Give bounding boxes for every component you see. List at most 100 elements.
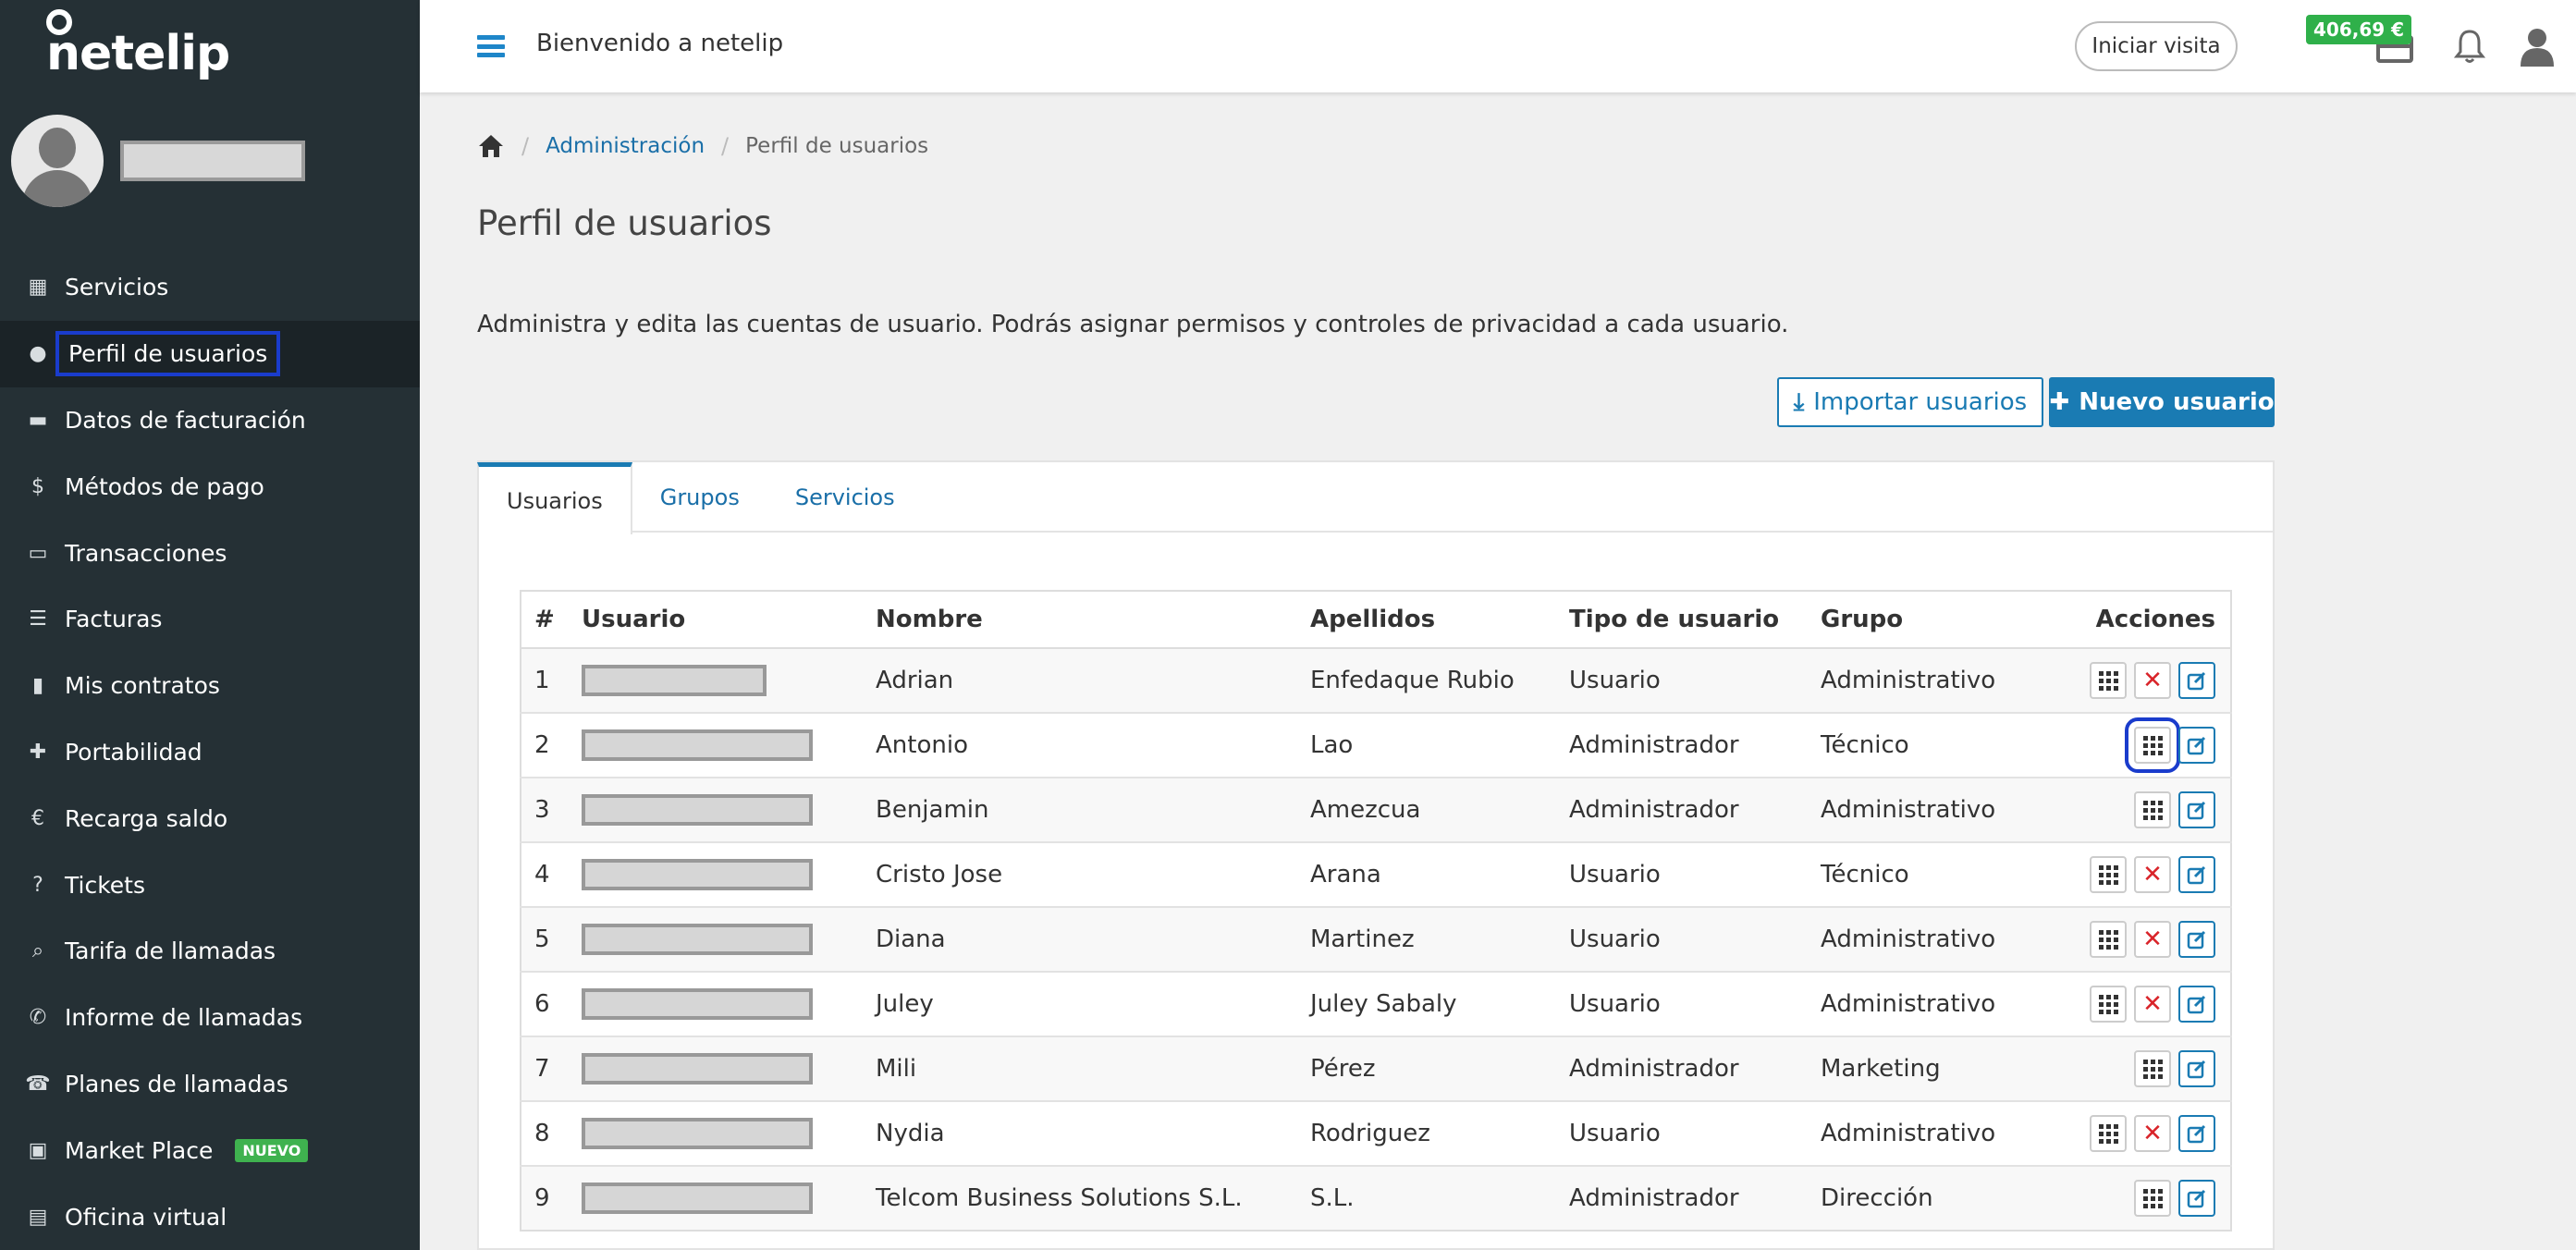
- sidebar-item-perfil-de-usuarios[interactable]: ● Perfil de usuarios: [0, 320, 420, 387]
- delete-user-button[interactable]: ✕: [2134, 856, 2171, 893]
- edit-user-button[interactable]: [2178, 1180, 2215, 1217]
- list-icon: ☰: [29, 607, 47, 631]
- row-tipo-usuario: Administrador: [1554, 1036, 1806, 1101]
- sidebar-item-mis-contratos[interactable]: ▮ Mis contratos: [0, 653, 420, 719]
- permissions-grid-button[interactable]: [2090, 662, 2127, 699]
- sidebar-item-oficina-virtual[interactable]: ▤ Oficina virtual: [0, 1183, 420, 1250]
- table-row: 2 Antonio Lao Administrador Técnico: [521, 712, 2231, 778]
- file-icon: ▮: [31, 674, 44, 698]
- credit-card-icon: ▭: [28, 541, 48, 565]
- edit-user-button[interactable]: [2178, 921, 2215, 958]
- edit-user-button[interactable]: [2178, 1115, 2215, 1152]
- page-title: Perfil de usuarios: [477, 203, 772, 243]
- new-badge: NUEVO: [235, 1138, 309, 1162]
- permissions-grid-button[interactable]: [2134, 791, 2171, 828]
- sidebar-item-portabilidad[interactable]: ✚ Portabilidad: [0, 719, 420, 786]
- breadcrumb-separator: /: [721, 133, 730, 159]
- edit-icon: [2187, 1060, 2206, 1079]
- header-nombre[interactable]: Nombre: [861, 591, 1295, 649]
- users-panel: Usuarios Grupos Servicios # Usuario Nomb…: [477, 460, 2275, 1250]
- plus-icon: ✚: [2049, 388, 2070, 416]
- permissions-grid-button[interactable]: [2090, 1115, 2127, 1152]
- top-header: Bienvenido a netelip Iniciar visita 406,…: [420, 0, 2576, 92]
- redacted-username: [582, 988, 813, 1020]
- row-number: 6: [521, 971, 567, 1036]
- avatar[interactable]: [11, 115, 104, 207]
- breadcrumb-link-administracion[interactable]: Administración: [546, 134, 705, 158]
- page-description: Administra y edita las cuentas de usuari…: [477, 311, 1789, 338]
- delete-user-button[interactable]: ✕: [2134, 986, 2171, 1023]
- row-nombre: Juley: [861, 971, 1295, 1036]
- permissions-grid-button[interactable]: [2125, 717, 2180, 773]
- row-nombre: Benjamin: [861, 777, 1295, 842]
- tab-servicios[interactable]: Servicios: [767, 462, 923, 533]
- row-tipo-usuario: Usuario: [1554, 647, 1806, 713]
- table-row: 3 Benjamin Amezcua Administrador Administrat…: [521, 777, 2231, 842]
- delete-user-button[interactable]: ✕: [2134, 662, 2171, 699]
- permissions-grid-button[interactable]: [2134, 1180, 2171, 1217]
- table-header-row: # Usuario Nombre Apellidos Tipo de usuar…: [521, 591, 2231, 649]
- permissions-grid-button[interactable]: [2090, 856, 2127, 893]
- sidebar-item-datos-de-facturacion[interactable]: ▬ Datos de facturación: [0, 387, 420, 454]
- table-row: 7 Mili Pérez Administrador Marketing: [521, 1036, 2231, 1101]
- edit-user-button[interactable]: [2178, 1050, 2215, 1087]
- row-number: 1: [521, 647, 567, 713]
- permissions-grid-button[interactable]: [2134, 1050, 2171, 1087]
- sidebar-item-market-place[interactable]: ▣ Market Place NUEVO: [0, 1117, 420, 1183]
- sidebar-item-label: Facturas: [65, 606, 163, 633]
- edit-user-button[interactable]: [2178, 662, 2215, 699]
- sidebar-item-servicios[interactable]: ▦ Servicios: [0, 254, 420, 321]
- table-row: 6 Juley Juley Sabaly Usuario Administrativo ✕: [521, 971, 2231, 1036]
- sidebar-item-informe-de-llamadas[interactable]: ✆ Informe de llamadas: [0, 985, 420, 1051]
- sidebar-item-label: Informe de llamadas: [65, 1004, 303, 1032]
- tab-grupos[interactable]: Grupos: [632, 462, 767, 533]
- edit-user-button[interactable]: [2178, 791, 2215, 828]
- row-nombre: Telcom Business Solutions S.L.: [861, 1165, 1295, 1231]
- row-nombre: Cristo Jose: [861, 841, 1295, 907]
- row-acciones: ✕: [2037, 841, 2231, 907]
- sidebar-item-tarifa-de-llamadas[interactable]: ⌕ Tarifa de llamadas: [0, 918, 420, 985]
- header-usuario[interactable]: Usuario: [567, 591, 861, 649]
- tab-usuarios[interactable]: Usuarios: [477, 462, 632, 534]
- row-apellidos: Pérez: [1295, 1036, 1554, 1101]
- import-users-button[interactable]: ⤓ Importar usuarios: [1777, 377, 2043, 427]
- sidebar-item-label: Planes de llamadas: [65, 1070, 288, 1097]
- sidebar-item-tickets[interactable]: ? Tickets: [0, 852, 420, 918]
- row-acciones: [2037, 777, 2231, 842]
- hamburger-menu-icon[interactable]: [477, 35, 505, 57]
- edit-user-button[interactable]: [2178, 727, 2215, 764]
- row-acciones: ✕: [2037, 1100, 2231, 1166]
- row-number: 4: [521, 841, 567, 907]
- bell-icon[interactable]: [2454, 28, 2485, 65]
- sidebar-item-planes-de-llamadas[interactable]: ☎ Planes de llamadas: [0, 1051, 420, 1118]
- row-apellidos: Juley Sabaly: [1295, 971, 1554, 1036]
- edit-user-button[interactable]: [2178, 986, 2215, 1023]
- edit-icon: [2187, 930, 2206, 950]
- question-icon: ?: [32, 873, 43, 897]
- netelip-logo[interactable]: netelip: [46, 7, 230, 81]
- header-grupo[interactable]: Grupo: [1806, 591, 2037, 649]
- permissions-grid-button[interactable]: [2090, 921, 2127, 958]
- grid-icon: ▦: [28, 276, 48, 300]
- redacted-username: [582, 859, 813, 890]
- sidebar-item-facturas[interactable]: ☰ Facturas: [0, 586, 420, 653]
- sidebar-item-transacciones[interactable]: ▭ Transacciones: [0, 520, 420, 586]
- sidebar-item-label: Tickets: [65, 871, 145, 899]
- home-icon[interactable]: [477, 133, 505, 159]
- sidebar-item-recarga-saldo[interactable]: € Recarga saldo: [0, 785, 420, 852]
- header-tipo-usuario[interactable]: Tipo de usuario: [1554, 591, 1806, 649]
- sidebar-item-metodos-de-pago[interactable]: $ Métodos de pago: [0, 453, 420, 520]
- row-acciones: ✕: [2037, 906, 2231, 972]
- redacted-username: [582, 665, 767, 696]
- start-visit-button[interactable]: Iniciar visita: [2075, 21, 2238, 71]
- edit-user-button[interactable]: [2178, 856, 2215, 893]
- permissions-grid-button[interactable]: [2090, 986, 2127, 1023]
- tabs: Usuarios Grupos Servicios: [477, 462, 2273, 534]
- row-number: 9: [521, 1165, 567, 1231]
- delete-user-button[interactable]: ✕: [2134, 1115, 2171, 1152]
- user-account-icon[interactable]: [2519, 26, 2556, 67]
- edit-icon: [2187, 736, 2206, 755]
- delete-user-button[interactable]: ✕: [2134, 921, 2171, 958]
- new-user-button[interactable]: ✚ Nuevo usuario: [2049, 377, 2275, 427]
- header-apellidos[interactable]: Apellidos: [1295, 591, 1554, 649]
